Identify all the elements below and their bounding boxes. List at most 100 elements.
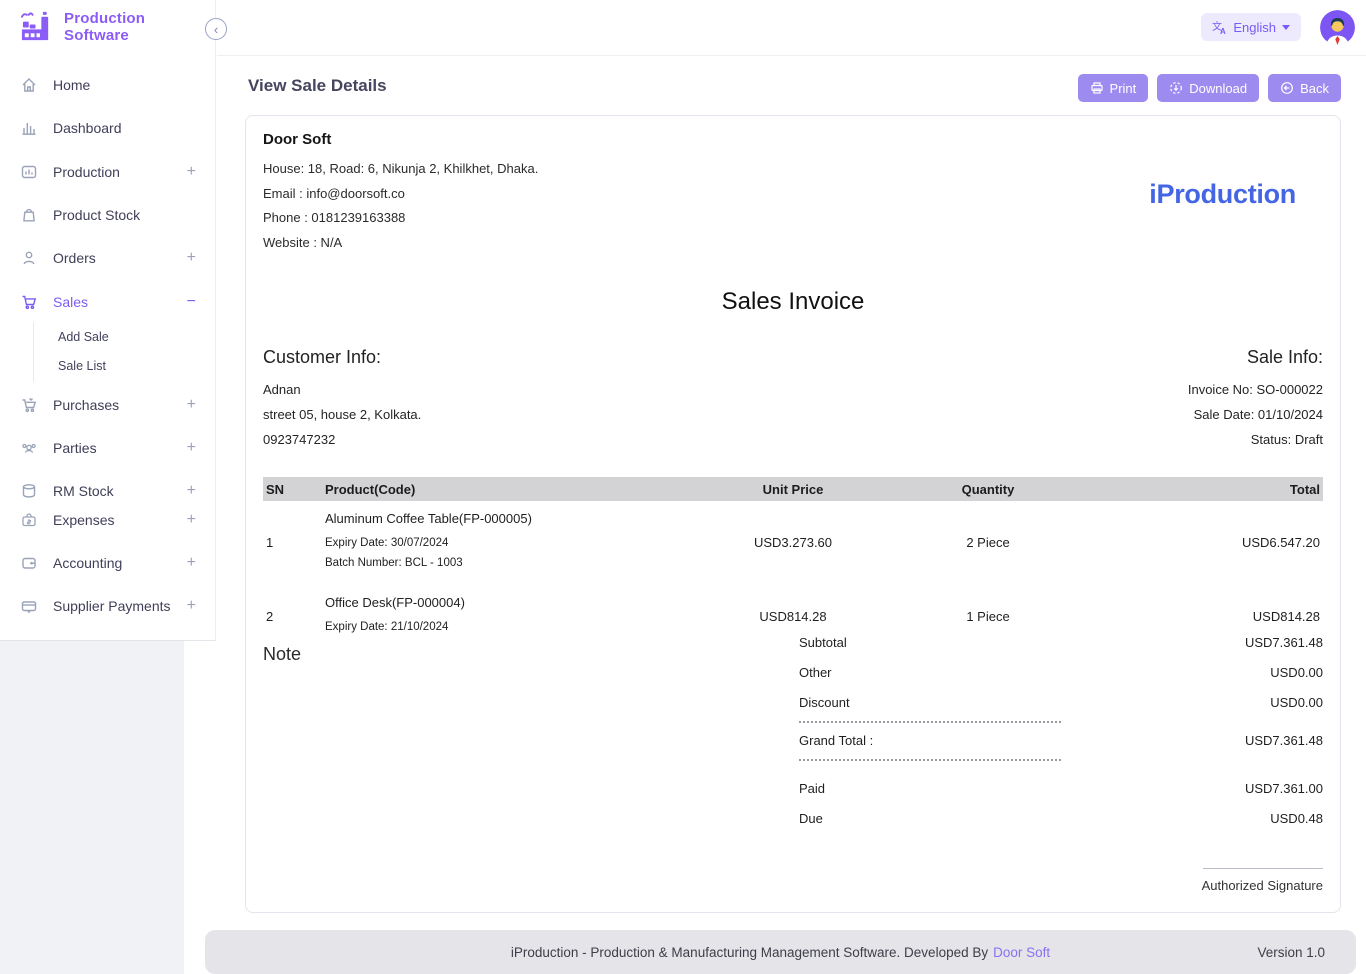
sidebar-item-supplier-payments[interactable]: Supplier Payments + bbox=[0, 593, 216, 619]
customer-phone: 0923747232 bbox=[263, 427, 421, 452]
sidebar-item-orders[interactable]: Orders + bbox=[0, 245, 216, 271]
sidebar-item-label: Sales bbox=[53, 294, 88, 310]
footer-text: iProduction - Production & Manufacturing… bbox=[511, 945, 988, 960]
sidebar-item-label: RM Stock bbox=[53, 483, 114, 499]
other-label: Other bbox=[799, 665, 832, 680]
product-name: Office Desk(FP-000004) bbox=[325, 595, 683, 610]
purchases-icon bbox=[20, 396, 40, 414]
sidebar-collapse-button[interactable]: ‹ bbox=[205, 18, 227, 40]
app-logo[interactable]: Production Software bbox=[18, 9, 145, 44]
supplier-payments-icon bbox=[20, 597, 40, 615]
product-expiry: Expiry Date: 21/10/2024 bbox=[325, 617, 683, 637]
company-name: Door Soft bbox=[263, 131, 538, 148]
discount-label: Discount bbox=[799, 695, 850, 710]
customer-address: street 05, house 2, Kolkata. bbox=[263, 402, 421, 427]
sidebar-item-dashboard[interactable]: Dashboard bbox=[0, 115, 216, 141]
totals-section: Subtotal USD7.361.48 Other USD0.00 Disco… bbox=[799, 627, 1323, 833]
back-button[interactable]: Back bbox=[1268, 74, 1341, 102]
paid-value: USD7.361.00 bbox=[1245, 781, 1323, 796]
language-label: English bbox=[1233, 20, 1276, 35]
print-button[interactable]: Print bbox=[1078, 74, 1149, 102]
language-selector[interactable]: 文 A English bbox=[1201, 13, 1301, 41]
cell-quantity: 2 Piece bbox=[903, 535, 1073, 550]
customer-info: Customer Info: Adnan street 05, house 2,… bbox=[263, 347, 421, 452]
sidebar-item-label: Parties bbox=[53, 440, 97, 456]
sidebar-subitem-label: Sale List bbox=[58, 359, 106, 373]
user-avatar[interactable] bbox=[1320, 10, 1355, 45]
sidebar-item-home[interactable]: Home bbox=[0, 72, 216, 98]
sale-info-heading: Sale Info: bbox=[1188, 347, 1323, 368]
table-row: 1 Aluminum Coffee Table(FP-000005) Expir… bbox=[263, 501, 1323, 585]
company-website: Website : N/A bbox=[263, 231, 538, 256]
chevron-down-icon bbox=[1282, 25, 1290, 30]
footer-doorsoft-link[interactable]: Door Soft bbox=[993, 945, 1050, 960]
back-arrow-icon bbox=[1280, 81, 1294, 95]
paid-label: Paid bbox=[799, 781, 825, 796]
cell-sn: 1 bbox=[263, 535, 325, 550]
items-table: SN Product(Code) Unit Price Quantity Tot… bbox=[263, 477, 1323, 649]
subtotal-label: Subtotal bbox=[799, 635, 847, 650]
iproduction-logo: iProduction bbox=[1149, 179, 1296, 210]
due-value: USD0.48 bbox=[1270, 811, 1323, 826]
signature-line bbox=[1203, 868, 1323, 869]
sidebar-item-sales[interactable]: Sales − bbox=[0, 289, 216, 315]
sidebar-item-rm-stock[interactable]: RM Stock + bbox=[0, 478, 216, 504]
subtotal-value: USD7.361.48 bbox=[1245, 635, 1323, 650]
sidebar-item-label: Orders bbox=[53, 250, 96, 266]
sale-date: Sale Date: 01/10/2024 bbox=[1188, 402, 1323, 427]
table-header-row: SN Product(Code) Unit Price Quantity Tot… bbox=[263, 477, 1323, 501]
customer-name: Adnan bbox=[263, 377, 421, 402]
collapse-indicator: − bbox=[187, 293, 196, 311]
sidebar-item-label: Purchases bbox=[53, 397, 119, 413]
sidebar-item-label: Expenses bbox=[53, 512, 114, 528]
sidebar-item-production[interactable]: Production + bbox=[0, 159, 216, 185]
sidebar-subitem-sale-list[interactable]: Sale List bbox=[58, 359, 106, 375]
spacer bbox=[799, 763, 1323, 773]
signature-label: Authorized Signature bbox=[1202, 878, 1323, 893]
avatar-image bbox=[1320, 10, 1355, 45]
sidebar-item-label: Product Stock bbox=[53, 207, 140, 223]
sidebar-item-accounting[interactable]: Accounting + bbox=[0, 550, 216, 576]
accounting-icon bbox=[20, 554, 40, 572]
cell-unit-price: USD3.273.60 bbox=[683, 535, 903, 550]
cell-unit-price: USD814.28 bbox=[683, 609, 903, 624]
sidebar-subitem-add-sale[interactable]: Add Sale bbox=[58, 330, 109, 346]
paid-row: Paid USD7.361.00 bbox=[799, 773, 1323, 803]
product-expiry: Expiry Date: 30/07/2024 bbox=[325, 533, 683, 553]
sidebar-item-purchases[interactable]: Purchases + bbox=[0, 392, 216, 418]
sidebar-item-product-stock[interactable]: Product Stock bbox=[0, 202, 216, 228]
other-value: USD0.00 bbox=[1270, 665, 1323, 680]
divider-dotted bbox=[799, 721, 1061, 723]
expenses-icon bbox=[20, 511, 40, 529]
page-title: View Sale Details bbox=[248, 76, 387, 96]
page-background-strip bbox=[0, 641, 184, 974]
download-button-label: Download bbox=[1189, 81, 1247, 96]
chevron-left-icon: ‹ bbox=[214, 23, 218, 36]
download-icon bbox=[1169, 81, 1183, 95]
print-button-label: Print bbox=[1110, 81, 1137, 96]
sale-invoice-no: Invoice No: SO-000022 bbox=[1188, 377, 1323, 402]
download-button[interactable]: Download bbox=[1157, 74, 1259, 102]
other-row: Other USD0.00 bbox=[799, 657, 1323, 687]
cell-total: USD814.28 bbox=[1073, 609, 1323, 624]
discount-row: Discount USD0.00 bbox=[799, 687, 1323, 717]
cell-product: Office Desk(FP-000004) Expiry Date: 21/1… bbox=[325, 595, 683, 637]
parties-icon bbox=[20, 439, 40, 457]
due-label: Due bbox=[799, 811, 823, 826]
footer: iProduction - Production & Manufacturing… bbox=[205, 930, 1356, 974]
sidebar-item-parties[interactable]: Parties + bbox=[0, 435, 216, 461]
sales-icon bbox=[20, 293, 40, 311]
topbar bbox=[217, 0, 1366, 56]
product-stock-icon bbox=[20, 206, 40, 224]
col-header-product: Product(Code) bbox=[325, 482, 683, 497]
header-actions: Print Download Back bbox=[1078, 74, 1341, 102]
note-label: Note bbox=[263, 644, 301, 665]
sidebar-item-expenses[interactable]: Expenses + bbox=[0, 507, 216, 533]
col-header-unit-price: Unit Price bbox=[683, 482, 903, 497]
submenu-guide-line bbox=[33, 322, 34, 382]
company-email: Email : info@doorsoft.co bbox=[263, 182, 538, 207]
cell-product: Aluminum Coffee Table(FP-000005) Expiry … bbox=[325, 511, 683, 573]
sidebar-item-label: Production bbox=[53, 164, 120, 180]
cell-total: USD6.547.20 bbox=[1073, 535, 1323, 550]
col-header-total: Total bbox=[1073, 482, 1323, 497]
